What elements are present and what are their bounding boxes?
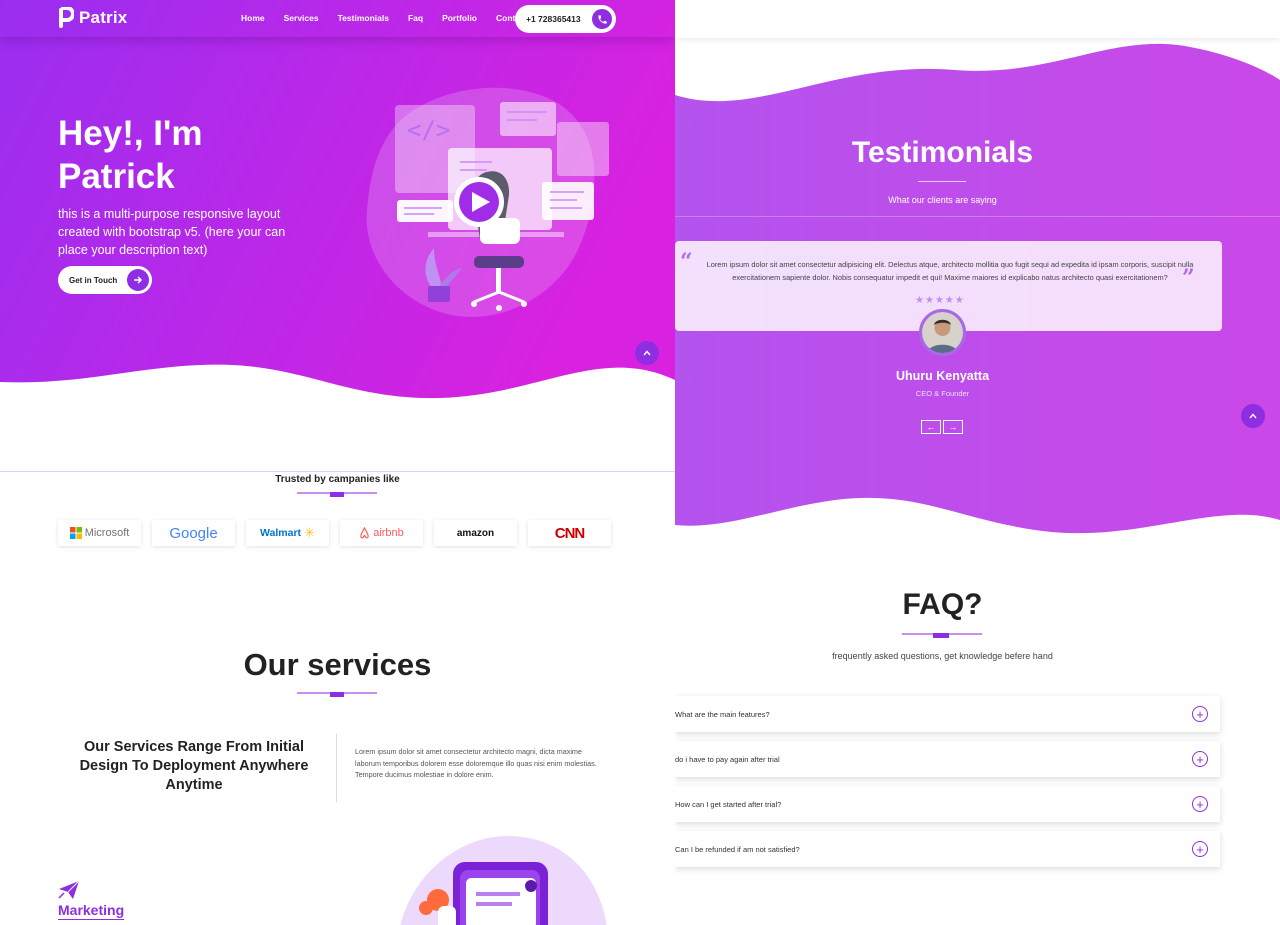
scroll-to-top-button[interactable] [1241, 404, 1265, 428]
plus-icon: + [1192, 796, 1208, 812]
testimonial-person-name: Uhuru Kenyatta [895, 369, 990, 383]
quote-close-icon: ” [1182, 265, 1195, 291]
logo-airbnb: airbnb [340, 520, 423, 546]
testimonial-quote: Lorem ipsum dolor sit amet consectetur a… [706, 260, 1194, 282]
faq-list: What are the main features? + do i have … [675, 696, 1220, 876]
title-underline-accent [330, 692, 344, 697]
faq-item[interactable]: What are the main features? + [675, 696, 1220, 732]
marketing-illustration [400, 836, 607, 925]
faq-question: How can I get started after trial? [675, 799, 782, 809]
patrix-logo-icon [59, 7, 74, 28]
faq-title: FAQ? [902, 588, 983, 621]
logo-google: Google [152, 520, 235, 546]
developer-illustration: </> [366, 87, 609, 317]
microsoft-logo-icon [69, 527, 82, 539]
faq-subtitle: frequently asked questions, get knowledg… [832, 651, 1053, 661]
plus-icon: + [1192, 841, 1208, 857]
chevron-up-icon [643, 350, 651, 356]
carousel-controls: ← → [921, 420, 963, 434]
section-divider [0, 471, 675, 472]
star-icon: ★ [934, 295, 944, 306]
rating-stars: ★ ★ ★ ★ ★ [915, 295, 964, 306]
title-underline-accent [933, 633, 949, 638]
person-avatar-icon [922, 312, 963, 353]
logo-amazon-text: amazon [456, 527, 495, 539]
vertical-divider [336, 734, 337, 802]
logo-cnn: CNN [528, 520, 611, 546]
service-marketing-title[interactable]: Marketing [58, 902, 125, 920]
arrow-right-icon [127, 269, 149, 291]
main-nav: Home Services Testimonials Faq Portfolio… [241, 13, 547, 23]
services-title: Our services [243, 647, 432, 682]
star-icon: ★ [954, 295, 964, 306]
faq-question: Can I be refunded if am not satisfied? [675, 844, 800, 854]
services-description: Lorem ipsum dolor sit amet consectetur a… [355, 747, 597, 779]
testimonials-subtitle: What our clients are saying [888, 195, 997, 205]
star-icon: ★ [944, 295, 954, 306]
airbnb-logo-icon [360, 527, 369, 539]
faq-item[interactable]: Can I be refunded if am not satisfied? + [675, 831, 1220, 867]
testimonials-title: Testimonials [851, 136, 1034, 169]
carousel-prev-button[interactable]: ← [921, 420, 941, 434]
landing-page-left: Patrix Home Services Testimonials Faq Po… [0, 0, 675, 925]
logo-amazon: amazon [434, 520, 517, 546]
nav-services[interactable]: Services [284, 13, 319, 23]
nav-faq[interactable]: Faq [408, 13, 423, 23]
nav-home[interactable]: Home [241, 13, 265, 23]
svg-text:</>: </> [407, 116, 450, 144]
testimonial-person-role: CEO & Founder [915, 389, 970, 398]
brand-logo[interactable]: Patrix [58, 7, 127, 29]
logo-walmart-text: Walmart [260, 527, 302, 539]
logo-walmart: Walmart ✳ [246, 520, 329, 546]
faq-question: do i have to pay again after trial [675, 754, 780, 764]
header-strip [675, 0, 1280, 38]
walmart-spark-icon: ✳ [304, 525, 315, 540]
carousel-next-button[interactable]: → [943, 420, 963, 434]
nav-portfolio[interactable]: Portfolio [442, 13, 477, 23]
title-underline [918, 181, 966, 182]
avatar [919, 309, 966, 356]
partner-logos: Microsoft Google Walmart ✳ airbnb amazon… [58, 520, 611, 546]
title-underline-accent [330, 492, 344, 497]
logo-microsoft-text: Microsoft [84, 527, 130, 539]
get-in-touch-button[interactable]: Get in Touch [58, 266, 152, 294]
plus-icon: + [1192, 751, 1208, 767]
section-divider [675, 216, 1280, 217]
star-icon: ★ [924, 295, 934, 306]
brand-name: Patrix [79, 8, 128, 27]
scroll-to-top-button[interactable] [635, 341, 659, 365]
faq-question: What are the main features? [675, 709, 770, 719]
plus-icon: + [1192, 706, 1208, 722]
hero-description: this is a multi-purpose responsive layou… [58, 207, 286, 257]
get-in-touch-label: Get in Touch [69, 275, 118, 285]
logo-cnn-text: CNN [554, 524, 585, 542]
navbar: Patrix Home Services Testimonials Faq Po… [0, 0, 675, 37]
phone-number: +1 728365413 [526, 14, 581, 24]
hero-title: Hey!, I'm Patrick [58, 114, 203, 196]
landing-page-right: Testimonials What our clients are saying… [675, 0, 1280, 925]
paper-plane-icon [58, 880, 80, 899]
faq-item[interactable]: do i have to pay again after trial + [675, 741, 1220, 777]
logo-google-text: Google [169, 524, 218, 542]
faq-item[interactable]: How can I get started after trial? + [675, 786, 1220, 822]
star-icon: ★ [915, 295, 924, 306]
nav-testimonials[interactable]: Testimonials [338, 13, 389, 23]
logo-airbnb-text: airbnb [373, 527, 404, 539]
trusted-title: Trusted by campanies like [275, 474, 400, 485]
services-subtitle: Our Services Range From Initial Design T… [79, 739, 309, 793]
logo-microsoft: Microsoft [58, 520, 141, 546]
phone-button[interactable]: +1 728365413 [515, 5, 616, 33]
phone-icon [592, 9, 612, 29]
chevron-up-icon [1249, 413, 1257, 419]
